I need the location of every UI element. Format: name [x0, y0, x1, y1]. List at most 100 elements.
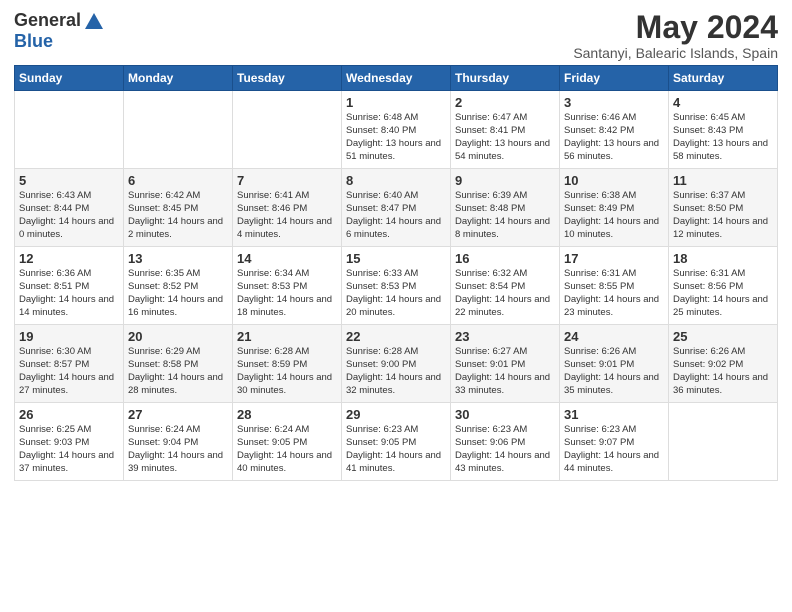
- day-number: 24: [564, 329, 664, 344]
- day-details: Sunrise: 6:30 AMSunset: 8:57 PMDaylight:…: [19, 346, 119, 397]
- day-details: Sunrise: 6:36 AMSunset: 8:51 PMDaylight:…: [19, 268, 119, 319]
- day-number: 1: [346, 95, 446, 110]
- day-cell: 10 Sunrise: 6:38 AMSunset: 8:49 PMDayligh…: [560, 169, 669, 247]
- day-cell: 23 Sunrise: 6:27 AMSunset: 9:01 PMDayligh…: [451, 325, 560, 403]
- day-cell: 7Sunrise: 6:41 AMSunset: 8:46 PMDaylight…: [233, 169, 342, 247]
- col-header-tuesday: Tuesday: [233, 66, 342, 91]
- day-number: 14: [237, 251, 337, 266]
- header: General Blue May 2024 Santanyi, Balearic…: [14, 10, 778, 61]
- col-header-monday: Monday: [124, 66, 233, 91]
- day-cell: 20 Sunrise: 6:29 AMSunset: 8:58 PMDayligh…: [124, 325, 233, 403]
- day-cell: 27 Sunrise: 6:24 AMSunset: 9:04 PMDayligh…: [124, 403, 233, 481]
- day-number: 27: [128, 407, 228, 422]
- day-number: 16: [455, 251, 555, 266]
- day-details: Sunrise: 6:33 AMSunset: 8:53 PMDaylight:…: [346, 268, 446, 319]
- day-number: 20: [128, 329, 228, 344]
- week-row-4: 19Sunrise: 6:30 AMSunset: 8:57 PMDayligh…: [15, 325, 778, 403]
- week-row-2: 5Sunrise: 6:43 AMSunset: 8:44 PMDaylight…: [15, 169, 778, 247]
- week-row-5: 26Sunrise: 6:25 AMSunset: 9:03 PMDayligh…: [15, 403, 778, 481]
- day-number: 22: [346, 329, 446, 344]
- day-number: 7: [237, 173, 337, 188]
- day-cell: 5Sunrise: 6:43 AMSunset: 8:44 PMDaylight…: [15, 169, 124, 247]
- day-details: Sunrise: 6:48 AMSunset: 8:40 PMDaylight:…: [346, 112, 446, 163]
- col-header-saturday: Saturday: [669, 66, 778, 91]
- day-number: 17: [564, 251, 664, 266]
- day-details: Sunrise: 6:23 AMSunset: 9:05 PMDaylight:…: [346, 424, 446, 475]
- month-title: May 2024: [573, 10, 778, 45]
- day-number: 11: [673, 173, 773, 188]
- col-header-thursday: Thursday: [451, 66, 560, 91]
- logo-blue-text: Blue: [14, 31, 53, 52]
- day-cell: 11Sunrise: 6:37 AMSunset: 8:50 PMDayligh…: [669, 169, 778, 247]
- week-row-3: 12 Sunrise: 6:36 AMSunset: 8:51 PMDayligh…: [15, 247, 778, 325]
- day-cell: 16Sunrise: 6:32 AMSunset: 8:54 PMDayligh…: [451, 247, 560, 325]
- day-details: Sunrise: 6:42 AMSunset: 8:45 PMDaylight:…: [128, 190, 228, 241]
- day-number: 10: [564, 173, 664, 188]
- day-number: 15: [346, 251, 446, 266]
- header-row: SundayMondayTuesdayWednesdayThursdayFrid…: [15, 66, 778, 91]
- day-cell: 24 Sunrise: 6:26 AMSunset: 9:01 PMDayligh…: [560, 325, 669, 403]
- day-cell: 21Sunrise: 6:28 AMSunset: 8:59 PMDayligh…: [233, 325, 342, 403]
- day-details: Sunrise: 6:31 AMSunset: 8:56 PMDaylight:…: [673, 268, 773, 319]
- day-number: 6: [128, 173, 228, 188]
- day-details: Sunrise: 6:27 AMSunset: 9:01 PMDaylight:…: [455, 346, 555, 397]
- day-cell: 25Sunrise: 6:26 AMSunset: 9:02 PMDayligh…: [669, 325, 778, 403]
- col-header-sunday: Sunday: [15, 66, 124, 91]
- day-number: 31: [564, 407, 664, 422]
- day-cell: [124, 91, 233, 169]
- page-container: General Blue May 2024 Santanyi, Balearic…: [0, 0, 792, 491]
- day-cell: 14 Sunrise: 6:34 AMSunset: 8:53 PMDayligh…: [233, 247, 342, 325]
- day-cell: 9Sunrise: 6:39 AMSunset: 8:48 PMDaylight…: [451, 169, 560, 247]
- day-number: 28: [237, 407, 337, 422]
- day-cell: [15, 91, 124, 169]
- day-cell: 22Sunrise: 6:28 AMSunset: 9:00 PMDayligh…: [342, 325, 451, 403]
- day-details: Sunrise: 6:46 AMSunset: 8:42 PMDaylight:…: [564, 112, 664, 163]
- day-number: 13: [128, 251, 228, 266]
- day-details: Sunrise: 6:28 AMSunset: 8:59 PMDaylight:…: [237, 346, 337, 397]
- day-number: 30: [455, 407, 555, 422]
- calendar-table: SundayMondayTuesdayWednesdayThursdayFrid…: [14, 65, 778, 481]
- day-cell: 26Sunrise: 6:25 AMSunset: 9:03 PMDayligh…: [15, 403, 124, 481]
- day-details: Sunrise: 6:31 AMSunset: 8:55 PMDaylight:…: [564, 268, 664, 319]
- day-number: 18: [673, 251, 773, 266]
- day-cell: 30 Sunrise: 6:23 AMSunset: 9:06 PMDayligh…: [451, 403, 560, 481]
- day-cell: 4Sunrise: 6:45 AMSunset: 8:43 PMDaylight…: [669, 91, 778, 169]
- logo-triangle-icon: [85, 13, 103, 29]
- day-cell: [233, 91, 342, 169]
- day-cell: 2 Sunrise: 6:47 AMSunset: 8:41 PMDaylight…: [451, 91, 560, 169]
- day-number: 12: [19, 251, 119, 266]
- day-cell: 12 Sunrise: 6:36 AMSunset: 8:51 PMDayligh…: [15, 247, 124, 325]
- day-cell: 8Sunrise: 6:40 AMSunset: 8:47 PMDaylight…: [342, 169, 451, 247]
- day-cell: 13Sunrise: 6:35 AMSunset: 8:52 PMDayligh…: [124, 247, 233, 325]
- day-cell: 1 Sunrise: 6:48 AMSunset: 8:40 PMDaylight…: [342, 91, 451, 169]
- day-details: Sunrise: 6:43 AMSunset: 8:44 PMDaylight:…: [19, 190, 119, 241]
- day-details: Sunrise: 6:34 AMSunset: 8:53 PMDaylight:…: [237, 268, 337, 319]
- col-header-friday: Friday: [560, 66, 669, 91]
- day-details: Sunrise: 6:38 AMSunset: 8:49 PMDaylight:…: [564, 190, 664, 241]
- day-cell: 19Sunrise: 6:30 AMSunset: 8:57 PMDayligh…: [15, 325, 124, 403]
- day-cell: 17 Sunrise: 6:31 AMSunset: 8:55 PMDayligh…: [560, 247, 669, 325]
- day-number: 8: [346, 173, 446, 188]
- day-number: 23: [455, 329, 555, 344]
- day-details: Sunrise: 6:24 AMSunset: 9:04 PMDaylight:…: [128, 424, 228, 475]
- day-details: Sunrise: 6:26 AMSunset: 9:01 PMDaylight:…: [564, 346, 664, 397]
- day-cell: 28 Sunrise: 6:24 AMSunset: 9:05 PMDayligh…: [233, 403, 342, 481]
- day-details: Sunrise: 6:29 AMSunset: 8:58 PMDaylight:…: [128, 346, 228, 397]
- day-details: Sunrise: 6:23 AMSunset: 9:06 PMDaylight:…: [455, 424, 555, 475]
- week-row-1: 1 Sunrise: 6:48 AMSunset: 8:40 PMDaylight…: [15, 91, 778, 169]
- logo: General Blue: [14, 10, 103, 52]
- day-details: Sunrise: 6:47 AMSunset: 8:41 PMDaylight:…: [455, 112, 555, 163]
- day-number: 9: [455, 173, 555, 188]
- day-cell: [669, 403, 778, 481]
- day-cell: 6 Sunrise: 6:42 AMSunset: 8:45 PMDaylight…: [124, 169, 233, 247]
- day-details: Sunrise: 6:23 AMSunset: 9:07 PMDaylight:…: [564, 424, 664, 475]
- day-number: 29: [346, 407, 446, 422]
- day-cell: 29 Sunrise: 6:23 AMSunset: 9:05 PMDayligh…: [342, 403, 451, 481]
- day-number: 26: [19, 407, 119, 422]
- day-cell: 31 Sunrise: 6:23 AMSunset: 9:07 PMDayligh…: [560, 403, 669, 481]
- day-details: Sunrise: 6:24 AMSunset: 9:05 PMDaylight:…: [237, 424, 337, 475]
- day-details: Sunrise: 6:26 AMSunset: 9:02 PMDaylight:…: [673, 346, 773, 397]
- day-number: 2: [455, 95, 555, 110]
- day-cell: 15 Sunrise: 6:33 AMSunset: 8:53 PMDayligh…: [342, 247, 451, 325]
- day-cell: 18 Sunrise: 6:31 AMSunset: 8:56 PMDayligh…: [669, 247, 778, 325]
